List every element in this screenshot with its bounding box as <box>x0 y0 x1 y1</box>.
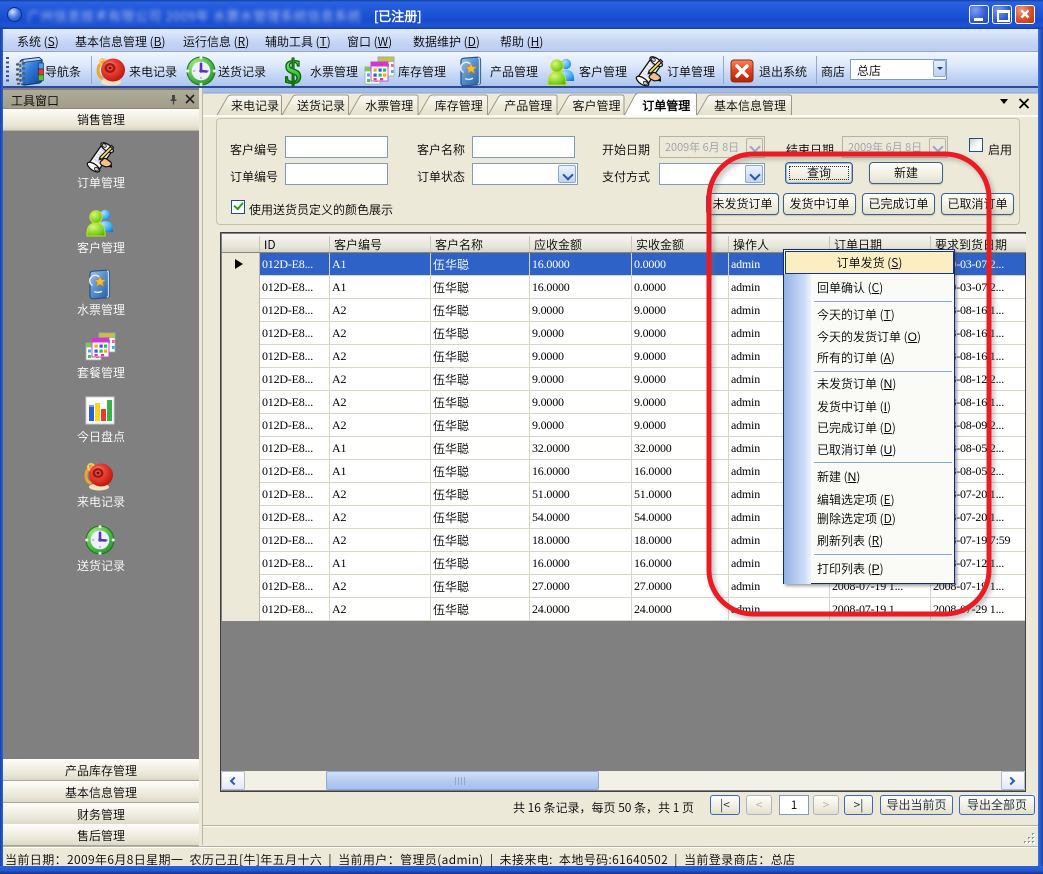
svg-text:$: $ <box>285 55 302 87</box>
